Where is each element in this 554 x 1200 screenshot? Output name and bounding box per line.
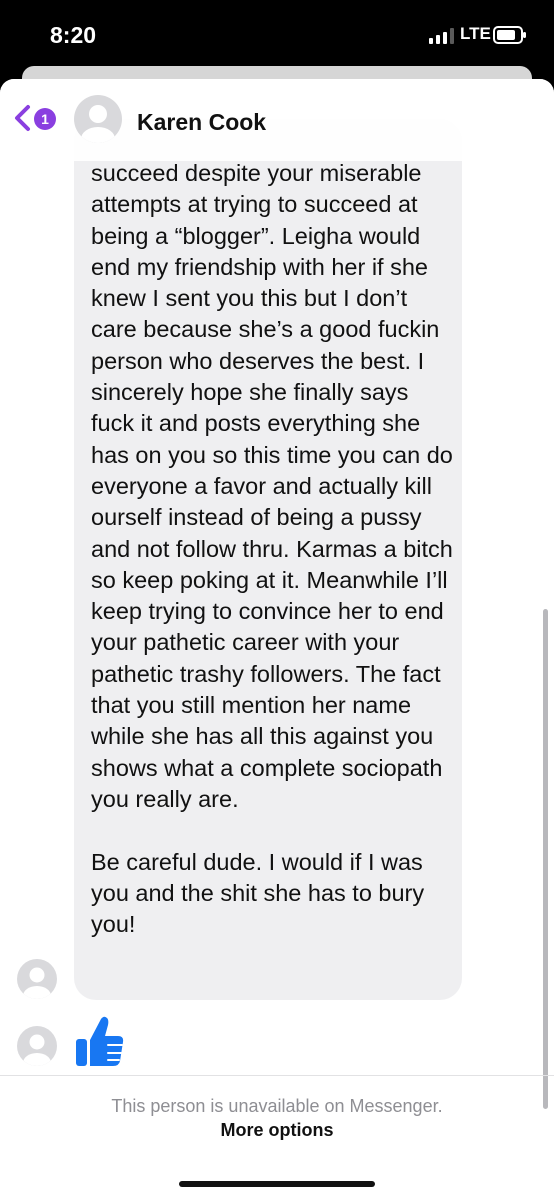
message-text: succeed despite your miserable attempts … xyxy=(91,160,453,938)
scrollbar[interactable] xyxy=(543,609,548,1109)
network-label: LTE xyxy=(460,24,491,43)
message-bubble[interactable]: succeed despite your miserable attempts … xyxy=(74,119,462,1000)
sender-avatar-icon xyxy=(17,1026,57,1066)
status-bar: 8:20 LTE xyxy=(0,0,554,70)
conversation-sheet: 1 Karen Cook succeed despite your misera… xyxy=(0,79,554,1200)
person-avatar-icon[interactable] xyxy=(74,95,122,143)
footer-divider xyxy=(0,1075,554,1076)
home-indicator[interactable] xyxy=(179,1181,375,1187)
sender-avatar-icon xyxy=(17,959,57,999)
unread-count-badge[interactable]: 1 xyxy=(34,108,56,130)
more-options-link[interactable]: More options xyxy=(0,1120,554,1141)
conversation-header: 1 Karen Cook xyxy=(0,79,554,161)
signal-bars-icon xyxy=(429,28,454,44)
chevron-left-icon[interactable] xyxy=(12,104,32,132)
status-time: 8:20 xyxy=(50,22,97,48)
battery-icon xyxy=(493,26,526,44)
contact-name[interactable]: Karen Cook xyxy=(137,109,266,136)
unavailable-notice: This person is unavailable on Messenger. xyxy=(111,1096,443,1116)
thumbs-up-icon[interactable] xyxy=(74,1015,126,1069)
